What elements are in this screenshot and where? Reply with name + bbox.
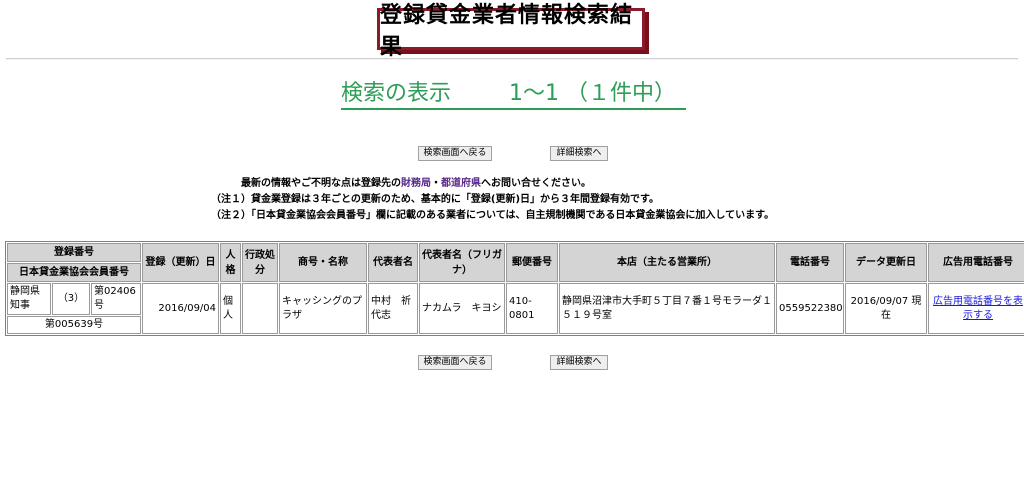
header-postal: 郵便番号 xyxy=(506,243,559,282)
header-data-updated: データ更新日 xyxy=(845,243,928,282)
header-assoc-number: 日本貸金業協会会員番号 xyxy=(7,263,142,282)
results-table: 登録番号 登録（更新）日 人格 行政処分 商号・名称 代表者名 代表者名（フリガ… xyxy=(5,241,1024,336)
finance-bureau-link[interactable]: 財務局 xyxy=(401,178,431,189)
advanced-search-button-top[interactable]: 詳細検索へ xyxy=(550,146,608,161)
cell-renewal-count: （3） xyxy=(52,283,90,315)
header-representative: 代表者名 xyxy=(368,243,419,282)
header-phone: 電話番号 xyxy=(776,243,845,282)
cell-reg-date: 2016/09/04 xyxy=(142,283,220,334)
advanced-search-button-bottom[interactable]: 詳細検索へ xyxy=(550,355,608,370)
notes-contact-prefix: 最新の情報やご不明な点は登録先の xyxy=(241,178,401,189)
header-ad-phone: 広告用電話番号 xyxy=(928,243,1024,282)
page-title-box: 登録貸金業者情報検索結果 xyxy=(377,3,645,60)
cell-data-updated: 2016/09/07 現在 xyxy=(845,283,928,334)
header-head-office: 本店（主たる営業所） xyxy=(559,243,776,282)
cell-phone: 0559522380 xyxy=(776,283,845,334)
cell-personality: 個人 xyxy=(220,283,242,334)
table-row: 静岡県知事 （3） 第02406号 2016/09/04 個人 キャッシングのプ… xyxy=(7,283,1024,334)
header-row-1: 登録番号 登録（更新）日 人格 行政処分 商号・名称 代表者名 代表者名（フリガ… xyxy=(7,243,1024,282)
cell-ad-phone: 広告用電話番号を表示する xyxy=(928,283,1024,334)
cell-admin-action xyxy=(242,283,279,334)
cell-authority: 静岡県知事 xyxy=(7,283,51,315)
cell-representative: 中村 祈代志 xyxy=(368,283,419,334)
cell-assoc-no: 第005639号 xyxy=(7,316,142,334)
page-title: 登録貸金業者情報検索結果 xyxy=(380,3,634,60)
cell-head-office: 静岡県沼津市大手町５丁目７番１号モラーダ１ ５１９号室 xyxy=(559,283,782,334)
divider xyxy=(6,58,1018,60)
cell-rep-kana: ナカムラ キヨシ xyxy=(419,283,506,334)
notes-separator: ・ xyxy=(431,178,441,189)
note-2: （注２）「日本貸金業協会会員番号」欄に記載のある業者については、自主規制機関であ… xyxy=(211,210,775,221)
result-summary-range: 1～1 （１件中） xyxy=(509,81,677,106)
header-rep-kana: 代表者名（フリガナ） xyxy=(419,243,506,282)
header-reg-number: 登録番号 xyxy=(7,243,142,262)
notes-contact-line: 最新の情報やご不明な点は登録先の財務局・都道府県へお問い合せください。 xyxy=(241,176,591,191)
header-personality: 人格 xyxy=(220,243,242,282)
notes-contact-suffix: へお問い合せください。 xyxy=(481,178,591,189)
back-to-search-button-bottom[interactable]: 検索画面へ戻る xyxy=(418,355,492,370)
header-reg-date: 登録（更新）日 xyxy=(142,243,220,282)
result-summary-label: 検索の表示 xyxy=(341,81,452,106)
ad-phone-link[interactable]: 広告用電話番号を表示する xyxy=(933,296,1023,321)
cell-trade-name: キャッシングのプラザ xyxy=(279,283,368,334)
back-to-search-button-top[interactable]: 検索画面へ戻る xyxy=(418,146,492,161)
result-summary: 検索の表示 1～1 （１件中） xyxy=(341,80,687,110)
cell-reg-no: 第02406号 xyxy=(91,283,142,315)
prefecture-link[interactable]: 都道府県 xyxy=(441,178,481,189)
header-trade-name: 商号・名称 xyxy=(279,243,368,282)
header-admin-action: 行政処分 xyxy=(242,243,279,282)
note-1: （注１）貸金業登録は３年ごとの更新のため、基本的に「登録(更新)日」から３年間登… xyxy=(211,194,660,205)
cell-postal: 410-0801 xyxy=(506,283,559,334)
